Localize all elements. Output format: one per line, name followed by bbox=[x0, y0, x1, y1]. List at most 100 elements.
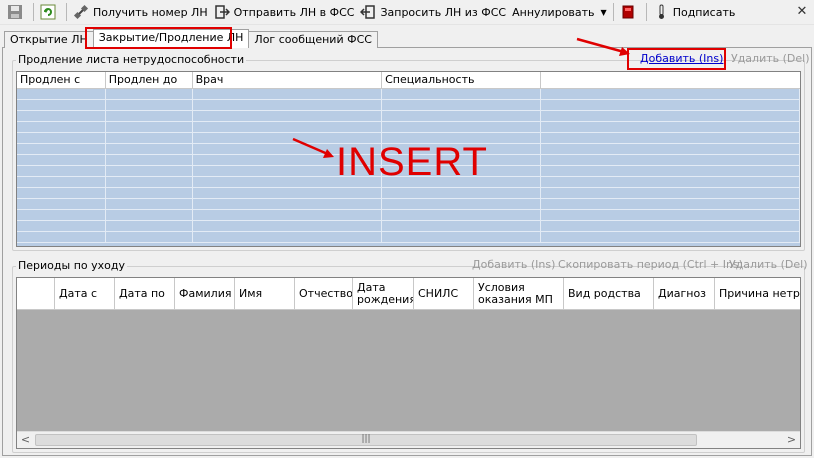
horizontal-scrollbar[interactable]: < ||| > bbox=[17, 431, 800, 448]
table-cell[interactable] bbox=[541, 133, 800, 143]
table-cell[interactable] bbox=[382, 122, 541, 132]
table-cell[interactable] bbox=[17, 111, 106, 121]
care-add-button[interactable]: Добавить (Ins) bbox=[472, 258, 555, 271]
send-fss-button[interactable]: Отправить ЛН в ФСС bbox=[211, 1, 358, 23]
table-row[interactable] bbox=[17, 188, 800, 199]
table-cell[interactable] bbox=[106, 177, 193, 187]
table-row[interactable] bbox=[17, 221, 800, 232]
scroll-thumb[interactable]: ||| bbox=[35, 434, 697, 446]
table-cell[interactable] bbox=[106, 188, 193, 198]
table-row[interactable] bbox=[17, 111, 800, 122]
tab-fss-log[interactable]: Лог сообщений ФСС bbox=[248, 31, 378, 48]
table-cell[interactable] bbox=[106, 232, 193, 242]
table-cell[interactable] bbox=[106, 166, 193, 176]
sign-button[interactable]: Подписать bbox=[650, 1, 739, 23]
table-cell[interactable] bbox=[541, 221, 800, 231]
column-header[interactable]: Дата рождения bbox=[353, 278, 414, 309]
scroll-left-icon[interactable]: < bbox=[17, 432, 34, 448]
annul-dropdown[interactable]: Аннулировать ▼ bbox=[509, 1, 610, 23]
column-header[interactable]: Вид родства bbox=[564, 278, 654, 309]
column-header[interactable] bbox=[17, 278, 55, 309]
table-cell[interactable] bbox=[382, 100, 541, 110]
table-cell[interactable] bbox=[382, 111, 541, 121]
table-cell[interactable] bbox=[17, 100, 106, 110]
table-cell[interactable] bbox=[541, 155, 800, 165]
table-cell[interactable] bbox=[382, 210, 541, 220]
table-cell[interactable] bbox=[106, 111, 193, 121]
table-cell[interactable] bbox=[193, 232, 383, 242]
table-cell[interactable] bbox=[17, 122, 106, 132]
table-cell[interactable] bbox=[17, 133, 106, 143]
table-cell[interactable] bbox=[193, 89, 383, 99]
table-cell[interactable] bbox=[106, 210, 193, 220]
column-header[interactable]: Врач bbox=[193, 72, 383, 88]
table-cell[interactable] bbox=[193, 210, 383, 220]
table-cell[interactable] bbox=[17, 166, 106, 176]
table-cell[interactable] bbox=[541, 166, 800, 176]
table-cell[interactable] bbox=[541, 188, 800, 198]
table-cell[interactable] bbox=[541, 177, 800, 187]
save-button[interactable] bbox=[4, 1, 30, 23]
table-cell[interactable] bbox=[106, 133, 193, 143]
table-cell[interactable] bbox=[17, 89, 106, 99]
table-cell[interactable] bbox=[106, 144, 193, 154]
table-cell[interactable] bbox=[382, 232, 541, 242]
column-header[interactable]: Диагноз bbox=[654, 278, 715, 309]
tab-opening[interactable]: Открытие ЛН bbox=[4, 31, 94, 48]
table-cell[interactable] bbox=[541, 144, 800, 154]
table-cell[interactable] bbox=[193, 199, 383, 209]
care-grid[interactable]: Дата с Дата по Фамилия Имя Отчество Дата… bbox=[16, 277, 801, 449]
close-icon[interactable]: ✕ bbox=[794, 4, 810, 20]
table-cell[interactable] bbox=[541, 232, 800, 242]
table-row[interactable] bbox=[17, 89, 800, 100]
column-header[interactable]: Дата с bbox=[55, 278, 115, 309]
table-cell[interactable] bbox=[541, 89, 800, 99]
column-header[interactable]: Продлен до bbox=[106, 72, 193, 88]
refresh-button[interactable] bbox=[37, 1, 63, 23]
table-row[interactable] bbox=[17, 232, 800, 243]
table-cell[interactable] bbox=[382, 199, 541, 209]
table-cell[interactable] bbox=[106, 89, 193, 99]
table-cell[interactable] bbox=[193, 221, 383, 231]
request-fss-button[interactable]: Запросить ЛН из ФСС bbox=[357, 1, 509, 23]
column-header[interactable]: Отчество bbox=[295, 278, 353, 309]
column-header[interactable]: Продлен с bbox=[17, 72, 106, 88]
table-cell[interactable] bbox=[541, 122, 800, 132]
column-header[interactable]: Условия оказания МП bbox=[474, 278, 564, 309]
table-cell[interactable] bbox=[17, 188, 106, 198]
table-cell[interactable] bbox=[17, 144, 106, 154]
table-cell[interactable] bbox=[382, 188, 541, 198]
column-header[interactable]: Причина нетрудоспособности bbox=[715, 278, 800, 309]
column-header[interactable]: Фамилия bbox=[175, 278, 235, 309]
column-header[interactable] bbox=[541, 72, 800, 88]
table-cell[interactable] bbox=[541, 210, 800, 220]
prolong-delete-button[interactable]: Удалить (Del) bbox=[731, 52, 810, 65]
table-cell[interactable] bbox=[17, 177, 106, 187]
get-number-button[interactable]: Получить номер ЛН bbox=[70, 1, 211, 23]
column-header[interactable]: СНИЛС bbox=[414, 278, 474, 309]
column-header[interactable]: Имя bbox=[235, 278, 295, 309]
table-cell[interactable] bbox=[193, 122, 383, 132]
table-cell[interactable] bbox=[193, 111, 383, 121]
table-cell[interactable] bbox=[17, 232, 106, 242]
table-cell[interactable] bbox=[541, 111, 800, 121]
tab-closing-prolong[interactable]: Закрытие/Продление ЛН bbox=[92, 29, 250, 48]
table-cell[interactable] bbox=[193, 188, 383, 198]
table-cell[interactable] bbox=[106, 199, 193, 209]
table-cell[interactable] bbox=[193, 100, 383, 110]
table-cell[interactable] bbox=[382, 89, 541, 99]
table-row[interactable] bbox=[17, 122, 800, 133]
table-row[interactable] bbox=[17, 100, 800, 111]
stop-button[interactable] bbox=[617, 1, 643, 23]
table-cell[interactable] bbox=[382, 221, 541, 231]
table-cell[interactable] bbox=[17, 210, 106, 220]
column-header[interactable]: Специальность bbox=[382, 72, 541, 88]
scroll-right-icon[interactable]: > bbox=[783, 432, 800, 448]
table-cell[interactable] bbox=[17, 199, 106, 209]
table-cell[interactable] bbox=[17, 155, 106, 165]
care-delete-button[interactable]: Удалить (Del) bbox=[729, 258, 808, 271]
table-cell[interactable] bbox=[541, 100, 800, 110]
table-row[interactable] bbox=[17, 199, 800, 210]
care-copy-button[interactable]: Скопировать период (Ctrl + Ins) bbox=[558, 258, 743, 271]
table-cell[interactable] bbox=[541, 199, 800, 209]
